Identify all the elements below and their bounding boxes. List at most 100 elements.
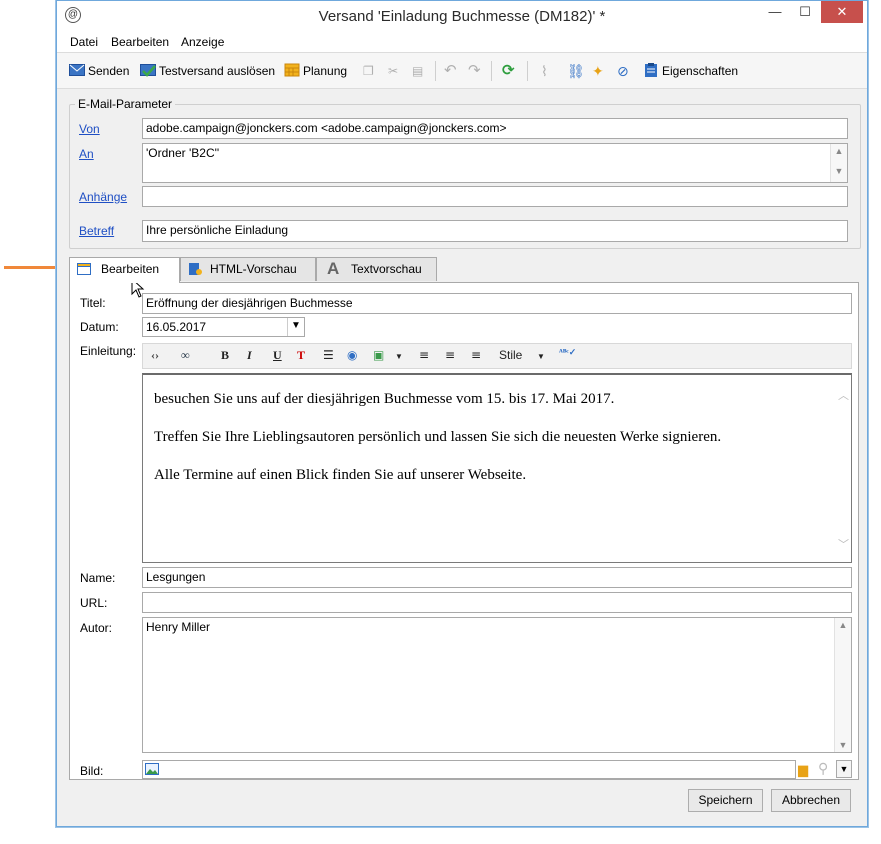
toolbar-separator bbox=[435, 61, 436, 81]
align-left-icon[interactable]: ≡ bbox=[419, 348, 429, 362]
title-input[interactable]: Eröffnung der diesjährigen Buchmesse bbox=[142, 293, 852, 314]
from-link[interactable]: Von bbox=[79, 122, 100, 136]
tab-text-preview-label: Textvorschau bbox=[351, 262, 422, 276]
menu-anzeige[interactable]: Anzeige bbox=[181, 35, 224, 49]
style-dropdown-icon[interactable]: ▼ bbox=[537, 352, 545, 361]
tab-edit[interactable]: Bearbeiten bbox=[69, 257, 180, 283]
send-label: Senden bbox=[88, 64, 130, 78]
toolbar-separator bbox=[527, 61, 528, 81]
offer-icon[interactable]: ⊘ bbox=[617, 62, 629, 80]
redo-icon[interactable]: ↷ bbox=[468, 62, 481, 80]
tab-text-preview[interactable]: A Textvorschau bbox=[316, 257, 437, 281]
folder-icon[interactable]: ▆ bbox=[798, 762, 808, 778]
save-button[interactable]: Speichern bbox=[688, 789, 763, 812]
align-center-icon[interactable]: ≡ bbox=[445, 348, 455, 362]
author-textarea[interactable]: Henry Miller ▲ ▼ bbox=[142, 617, 852, 753]
name-input[interactable]: Lesgungen bbox=[142, 567, 852, 588]
author-scrollbar[interactable]: ▲ ▼ bbox=[834, 618, 851, 752]
editor-scroll-down-icon[interactable]: ﹀ bbox=[838, 536, 849, 552]
toolbar: Senden Testversand auslösen Planung ❐ ✂ … bbox=[57, 53, 867, 89]
attachments-field[interactable] bbox=[142, 186, 848, 207]
send-button[interactable]: Senden bbox=[69, 62, 129, 80]
edit-window-icon bbox=[77, 263, 91, 275]
image-thumbnail-icon bbox=[145, 763, 159, 775]
intro-paragraph: Treffen Sie Ihre Lieblingsautoren persön… bbox=[154, 429, 722, 445]
minimize-button[interactable]: — bbox=[761, 1, 789, 23]
subject-field[interactable]: Ihre persönliche Einladung bbox=[142, 220, 848, 242]
maximize-button[interactable]: ☐ bbox=[791, 1, 819, 23]
image-label: Bild: bbox=[80, 764, 104, 778]
insert-image-icon[interactable]: ▣ bbox=[373, 348, 384, 362]
edit-panel: Titel: Eröffnung der diesjährigen Buchme… bbox=[69, 282, 859, 780]
tab-html-preview-label: HTML-Vorschau bbox=[210, 262, 297, 276]
spellcheck-icon[interactable]: ᴬᴮᶜ✓ bbox=[559, 347, 576, 358]
planning-button[interactable]: Planung bbox=[284, 62, 347, 80]
gift-icon[interactable]: ✦ bbox=[592, 62, 604, 80]
align-right-icon[interactable]: ≡ bbox=[471, 348, 481, 362]
editor-toolbar: ‹› ∞ B I U T ☰ ◉ ▣ ▼ ≡ ≡ ≡ Stile ▼ ᴬᴮᶜ✓ bbox=[142, 343, 852, 369]
attachment-icon[interactable]: ⌇ bbox=[541, 62, 548, 80]
image-input[interactable] bbox=[142, 760, 796, 779]
style-select[interactable]: Stile bbox=[499, 348, 522, 362]
bullet-list-icon[interactable]: ☰ bbox=[323, 348, 334, 362]
author-label: Autor: bbox=[80, 621, 113, 635]
properties-button[interactable]: Eigenschaften bbox=[643, 62, 738, 80]
envelope-icon bbox=[69, 64, 85, 76]
email-parameters-legend: E-Mail-Parameter bbox=[75, 97, 176, 111]
italic-icon[interactable]: I bbox=[247, 348, 252, 363]
tab-edit-label: Bearbeiten bbox=[101, 262, 160, 276]
cancel-button[interactable]: Abbrechen bbox=[771, 789, 851, 812]
source-code-icon[interactable]: ‹› bbox=[151, 348, 159, 363]
tab-html-preview[interactable]: HTML-Vorschau bbox=[180, 257, 316, 281]
menu-datei[interactable]: Datei bbox=[70, 35, 98, 49]
properties-label: Eigenschaften bbox=[662, 64, 739, 78]
date-input[interactable]: 16.05.2017 ▼ bbox=[142, 317, 305, 337]
author-value: Henry Miller bbox=[146, 620, 211, 634]
intro-editor[interactable]: besuchen Sie uns auf der diesjährigen Bu… bbox=[142, 373, 852, 563]
refresh-icon[interactable]: ⟳ bbox=[502, 62, 515, 80]
insert-link-icon[interactable]: ◉ bbox=[347, 348, 357, 362]
undo-icon[interactable]: ↶ bbox=[444, 62, 457, 80]
cut-icon[interactable]: ✂ bbox=[388, 62, 398, 80]
find-icon[interactable]: ∞ bbox=[181, 348, 190, 363]
image-dropdown-button[interactable]: ▼ bbox=[836, 760, 852, 778]
search-icon[interactable]: ⚲ bbox=[818, 760, 828, 777]
title-bar: @ Versand 'Einladung Buchmesse (DM182)' … bbox=[57, 1, 867, 32]
text-preview-icon: A bbox=[327, 259, 340, 278]
name-label: Name: bbox=[80, 571, 116, 585]
attachments-link[interactable]: Anhänge bbox=[79, 190, 127, 204]
annotation-arrow-line bbox=[4, 266, 62, 269]
image-dropdown-icon[interactable]: ▼ bbox=[395, 352, 403, 361]
close-button[interactable]: ✕ bbox=[821, 1, 863, 23]
calendar-icon bbox=[284, 63, 300, 77]
link-icon[interactable]: ⛓ bbox=[567, 62, 585, 80]
to-scrollbar[interactable]: ▲ ▼ bbox=[830, 144, 847, 182]
menu-bearbeiten[interactable]: Bearbeiten bbox=[111, 35, 169, 49]
test-send-button[interactable]: Testversand auslösen bbox=[140, 62, 275, 80]
intro-label: Einleitung: bbox=[80, 344, 137, 358]
editor-scroll-up-icon[interactable]: ︿ bbox=[838, 387, 849, 403]
title-label: Titel: bbox=[80, 296, 106, 310]
text-color-icon[interactable]: T bbox=[297, 348, 305, 363]
bold-icon[interactable]: B bbox=[221, 348, 229, 363]
intro-paragraph: Alle Termine auf einen Blick finden Sie … bbox=[154, 467, 527, 483]
date-dropdown-icon[interactable]: ▼ bbox=[287, 318, 304, 336]
to-field[interactable]: 'Ordner 'B2C'' ▲ ▼ bbox=[142, 143, 848, 183]
toolbar-separator bbox=[491, 61, 492, 81]
intro-paragraph: besuchen Sie uns auf der diesjährigen Bu… bbox=[154, 391, 615, 407]
html-preview-icon bbox=[189, 263, 202, 275]
subject-link[interactable]: Betreff bbox=[79, 224, 114, 238]
window: @ Versand 'Einladung Buchmesse (DM182)' … bbox=[56, 0, 868, 827]
window-title: Versand 'Einladung Buchmesse (DM182)' * bbox=[318, 8, 606, 25]
paste-icon[interactable]: ▤ bbox=[412, 62, 423, 80]
url-label: URL: bbox=[80, 596, 108, 610]
planning-label: Planung bbox=[303, 64, 348, 78]
to-value: 'Ordner 'B2C'' bbox=[146, 146, 220, 160]
test-send-label: Testversand auslösen bbox=[159, 64, 276, 78]
from-field[interactable]: adobe.campaign@jonckers.com <adobe.campa… bbox=[142, 118, 848, 139]
url-input[interactable] bbox=[142, 592, 852, 613]
underline-icon[interactable]: U bbox=[273, 348, 282, 363]
copy-icon[interactable]: ❐ bbox=[363, 62, 374, 80]
to-link[interactable]: An bbox=[79, 147, 94, 161]
date-value: 16.05.2017 bbox=[146, 320, 207, 334]
